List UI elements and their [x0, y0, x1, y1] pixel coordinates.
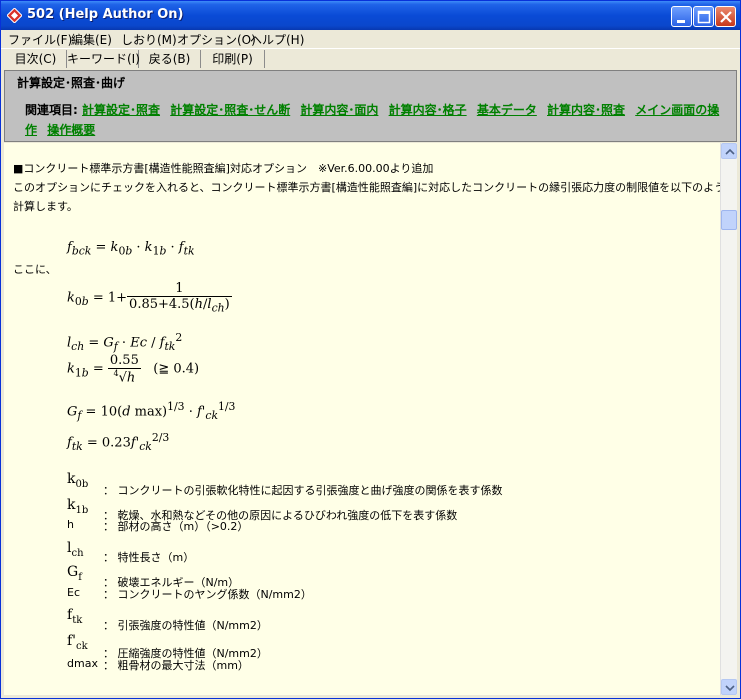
menu-bookmark[interactable]: しおり(M) [121, 31, 177, 48]
menu-edit[interactable]: 編集(E) [71, 31, 112, 48]
def-symbol-fck: f'ck [67, 633, 88, 652]
arrow-up-icon [725, 148, 735, 155]
menu-bar: ファイル(F) 編集(E) しおり(M) オプション(O) ヘルプ(H) [1, 30, 740, 48]
close-icon [720, 11, 732, 23]
page-title: 計算設定･照査･曲げ [17, 76, 126, 90]
arrow-down-icon [725, 685, 735, 692]
scroll-down-button[interactable] [721, 679, 737, 695]
menu-help[interactable]: ヘルプ(H) [250, 31, 304, 48]
where-label: ここに、 [13, 263, 57, 276]
def-desc-k0b: ： コンクリートの引張軟化特性に起因する引張強度と曲げ強度の関係を表す係数 [103, 484, 503, 497]
link-calc-content-inplane[interactable]: 計算内容･面内 [300, 103, 378, 117]
def-desc-dmax: ： 粗骨材の最大寸法（mm） [103, 659, 249, 672]
link-calc-settings-shear[interactable]: 計算設定･照査･せん断 [170, 103, 290, 117]
def-symbol-k0b: k0b [67, 471, 89, 490]
formula-k1b: k1b = 0.55 4√h (≧ 0.4) [67, 353, 200, 386]
def-symbol-h: h [67, 518, 74, 531]
minimize-button[interactable] [671, 6, 692, 27]
def-symbol-lch: lch [67, 540, 84, 559]
maximize-button[interactable] [693, 6, 714, 27]
link-calc-settings-check[interactable]: 計算設定･照査 [82, 103, 160, 117]
section-heading: ■コンクリート標準示方書[構造性能照査編]対応オプション ※Ver.6.00.0… [13, 162, 434, 175]
scroll-up-button[interactable] [721, 143, 737, 159]
def-desc-h: ： 部材の高さ（m）（>0.2） [103, 520, 249, 533]
link-ops-overview[interactable]: 操作概要 [47, 123, 95, 137]
title-bar[interactable]: 502 (Help Author On) [1, 1, 740, 30]
description-line-1: このオプションにチェックを入れると、コンクリート標準示方書[構造性能照査編]に対… [13, 181, 720, 194]
def-symbol-dmax: dmax [67, 657, 98, 670]
back-button[interactable]: 戻る(B) [139, 50, 201, 68]
def-symbol-gf: Gf [67, 564, 82, 583]
help-app-icon [7, 8, 22, 23]
link-calc-content-check[interactable]: 計算内容･照査 [547, 103, 625, 117]
print-button[interactable]: 印刷(P) [201, 50, 265, 68]
topic-header: 計算設定･照査･曲げ 関連項目: 計算設定･照査 計算設定･照査･せん断 計算内… [4, 70, 737, 142]
formula-ftk: ftk = 0.23f'ck2/3 [67, 431, 170, 453]
scroll-thumb[interactable] [721, 210, 737, 230]
link-basic-data[interactable]: 基本データ [477, 103, 537, 117]
description-line-2: 計算します。 [13, 200, 78, 213]
minimize-icon [677, 20, 685, 23]
link-calc-content-grid[interactable]: 計算内容･格子 [389, 103, 467, 117]
maximize-icon [697, 10, 711, 24]
keyword-button[interactable]: キーワード(I) [67, 50, 140, 68]
related-label: 関連項目: [25, 103, 78, 117]
window-title: 502 (Help Author On) [27, 7, 184, 22]
formula-gf: Gf = 10(d max)1/3 · f'ck1/3 [67, 400, 236, 422]
def-symbol-k1b: k1b [67, 497, 89, 516]
def-symbol-ec: Ec [67, 586, 80, 599]
def-symbol-ftk: ftk [67, 607, 83, 626]
menu-file[interactable]: ファイル(F) [8, 31, 72, 48]
button-bar: 目次(C) キーワード(I) 戻る(B) 印刷(P) [1, 48, 740, 70]
def-desc-lch: ： 特性長さ（m） [103, 551, 195, 564]
related-topics: 関連項目: 計算設定･照査 計算設定･照査･せん断 計算内容･面内 計算内容･格… [25, 100, 730, 140]
vertical-scrollbar[interactable] [720, 143, 737, 695]
formula-lch: lch = Gf · Ec / ftk2 [67, 331, 183, 353]
def-desc-ec: ： コンクリートのヤング係数（N/mm2） [103, 588, 312, 601]
contents-button[interactable]: 目次(C) [5, 50, 67, 68]
formula-k0b: k0b = 1+ 1 0.85+4.5(h/lch) [67, 281, 232, 315]
formula-fbck: fbck = k0b · k1b · ftk [67, 240, 195, 258]
close-button[interactable] [715, 6, 736, 27]
def-desc-ftk: ： 引張強度の特性値（N/mm2） [103, 619, 268, 632]
help-window: 502 (Help Author On) ファイル(F) 編集(E) しおり(M… [0, 0, 741, 699]
help-content: ■コンクリート標準示方書[構造性能照査編]対応オプション ※Ver.6.00.0… [4, 143, 720, 695]
menu-options[interactable]: オプション(O) [177, 31, 256, 48]
